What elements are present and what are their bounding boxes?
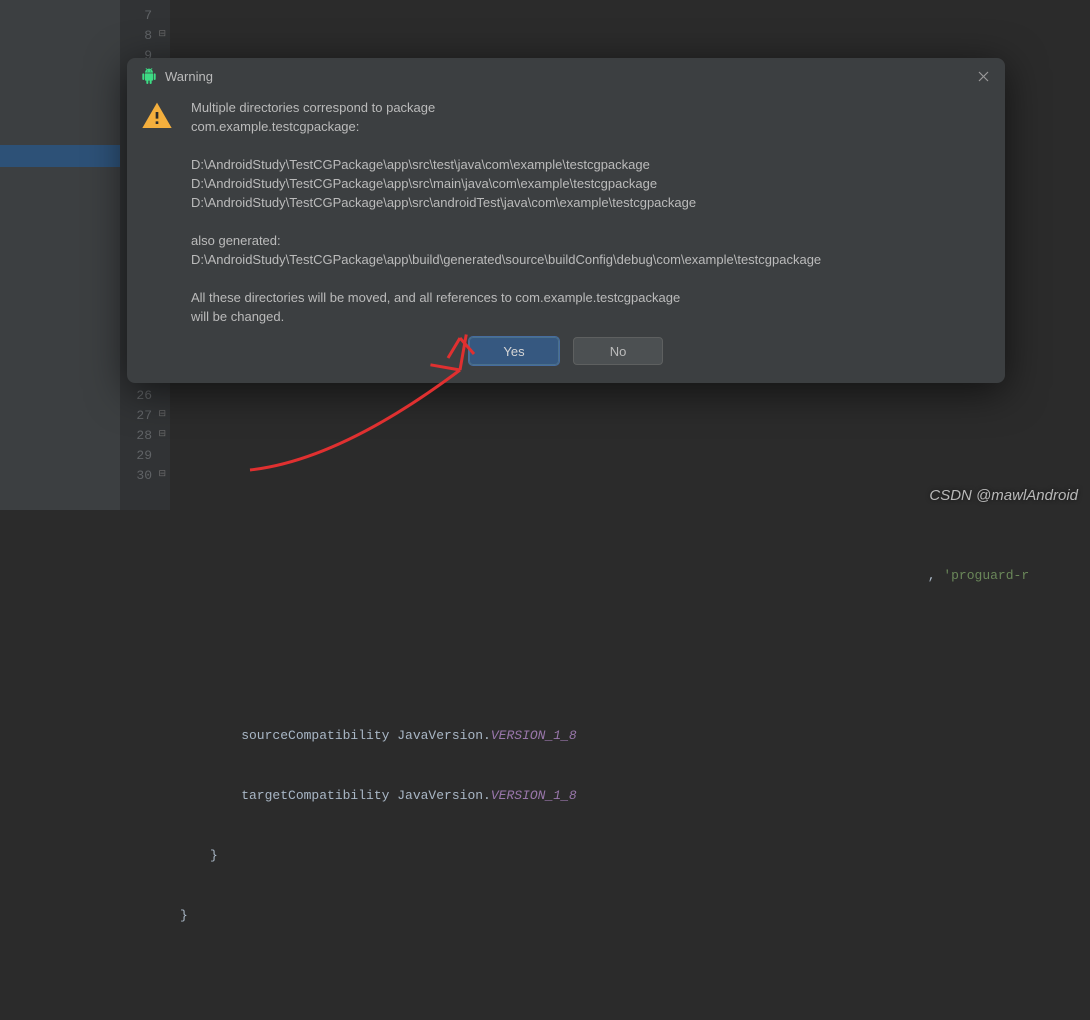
no-button[interactable]: No [573, 337, 663, 365]
yes-button[interactable]: Yes [469, 337, 559, 365]
fold-icon[interactable]: ⊟ [157, 470, 166, 479]
close-button[interactable] [975, 68, 991, 84]
fold-close-icon[interactable]: ⊟ [157, 410, 166, 419]
dialog-header: Warning [127, 58, 1005, 92]
message-line: will be changed. [191, 307, 985, 326]
dialog-footer: Yes No [127, 327, 1005, 383]
warning-icon [141, 100, 173, 132]
android-icon [141, 68, 157, 84]
editor-left-panel [0, 0, 120, 510]
warning-dialog: Warning Multiple directories correspond … [127, 58, 1005, 383]
path-line: D:\AndroidStudy\TestCGPackage\app\build\… [191, 250, 985, 269]
path-line: D:\AndroidStudy\TestCGPackage\app\src\an… [191, 193, 985, 212]
path-line: D:\AndroidStudy\TestCGPackage\app\src\ma… [191, 174, 985, 193]
dialog-body: Multiple directories correspond to packa… [127, 92, 1005, 327]
watermark: CSDN @mawlAndroid [929, 487, 1078, 504]
close-icon [978, 71, 989, 82]
selection-highlight [0, 145, 120, 167]
message-line: Multiple directories correspond to packa… [191, 98, 985, 117]
dialog-message: Multiple directories correspond to packa… [191, 98, 985, 326]
fold-icon[interactable]: ⊟ [157, 30, 166, 39]
dialog-title: Warning [165, 69, 967, 84]
message-line: All these directories will be moved, and… [191, 288, 985, 307]
fold-close-icon[interactable]: ⊟ [157, 430, 166, 439]
message-line: com.example.testcgpackage: [191, 117, 985, 136]
message-line: also generated: [191, 231, 985, 250]
path-line: D:\AndroidStudy\TestCGPackage\app\src\te… [191, 155, 985, 174]
